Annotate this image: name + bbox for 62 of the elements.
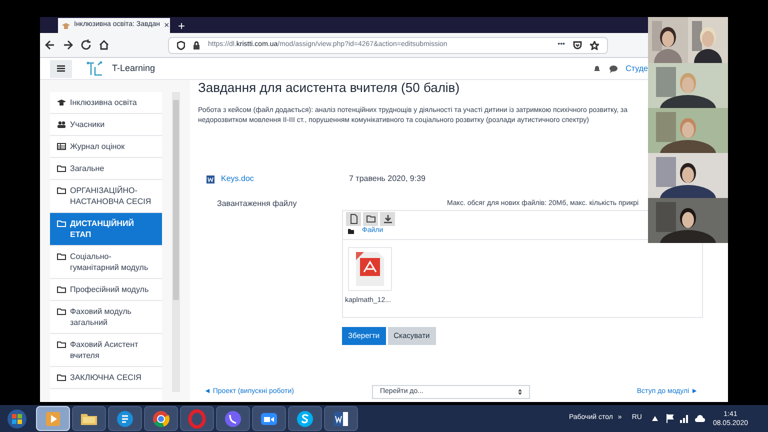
sidebar-item[interactable]: ДИСТАНЦІЙНИЙ ЕТАП (50, 213, 162, 246)
lock-icon (193, 40, 200, 50)
ring-icon (187, 408, 207, 428)
reload-icon[interactable] (80, 39, 92, 51)
close-icon[interactable]: × (164, 21, 170, 30)
folder-icon (57, 220, 66, 227)
home-icon[interactable] (98, 39, 110, 51)
add-file-button[interactable] (346, 212, 361, 226)
graduation-cap-icon (57, 99, 66, 106)
phone-bubble-icon (223, 408, 243, 428)
taskbar-button[interactable] (288, 406, 322, 431)
shield-icon (177, 40, 185, 50)
folder-icon (57, 165, 66, 172)
back-icon[interactable] (44, 39, 56, 51)
star-icon[interactable] (590, 40, 599, 50)
table-icon (57, 143, 66, 150)
folder-button[interactable] (363, 212, 378, 226)
menu-button[interactable] (50, 60, 72, 78)
taskbar-button[interactable] (72, 406, 106, 431)
taskbar-button[interactable] (108, 406, 142, 431)
folder-icon (57, 308, 66, 315)
forward-icon[interactable] (62, 39, 74, 51)
people-icon (57, 121, 66, 128)
flag-icon[interactable] (666, 414, 674, 423)
user-link[interactable]: Студе (626, 62, 648, 74)
word-document-icon (206, 174, 215, 184)
windows-logo-icon (7, 408, 27, 428)
logo-icon (86, 60, 104, 76)
pocket-icon[interactable] (573, 40, 582, 50)
menu-icon (57, 65, 65, 72)
folder-icon (364, 213, 376, 225)
download-icon (382, 213, 394, 225)
taskbar-button[interactable] (252, 406, 286, 431)
bell-icon[interactable] (592, 64, 601, 72)
taskbar-button[interactable] (324, 406, 358, 431)
folder-icon (57, 374, 66, 381)
scrollbar-thumb[interactable] (173, 100, 179, 300)
download-button[interactable] (380, 212, 395, 226)
file-date: 7 травень 2020, 9:39 (349, 173, 426, 185)
taskbar-button[interactable] (144, 406, 178, 431)
network-icon[interactable] (680, 414, 689, 423)
chat-icon[interactable] (608, 64, 618, 72)
folder-icon (57, 253, 66, 260)
up-arrow-icon[interactable] (652, 416, 658, 421)
taskbar-button[interactable] (216, 406, 250, 431)
field-label: Завантаження файлу (217, 198, 298, 210)
sort-icon (518, 389, 522, 395)
assignment-title: Завдання для асистента вчителя (50 балів) (198, 81, 461, 94)
chat-bubble-icon (115, 408, 135, 428)
folder-icon (348, 228, 354, 234)
file-thumbnail[interactable] (348, 246, 392, 290)
site-brand: T-Learning (112, 62, 156, 75)
folder-icon (57, 341, 66, 348)
file-link[interactable]: Keys.doc (221, 173, 349, 185)
cloud-icon[interactable] (694, 414, 705, 422)
folder-icon (57, 286, 66, 293)
chat-bubble-icon (295, 408, 315, 428)
add-file-icon (348, 213, 360, 225)
pdf-file-icon (354, 250, 386, 288)
folder-icon (57, 187, 66, 194)
new-tab-button[interactable]: + (178, 20, 186, 33)
browser-icon (151, 408, 171, 428)
